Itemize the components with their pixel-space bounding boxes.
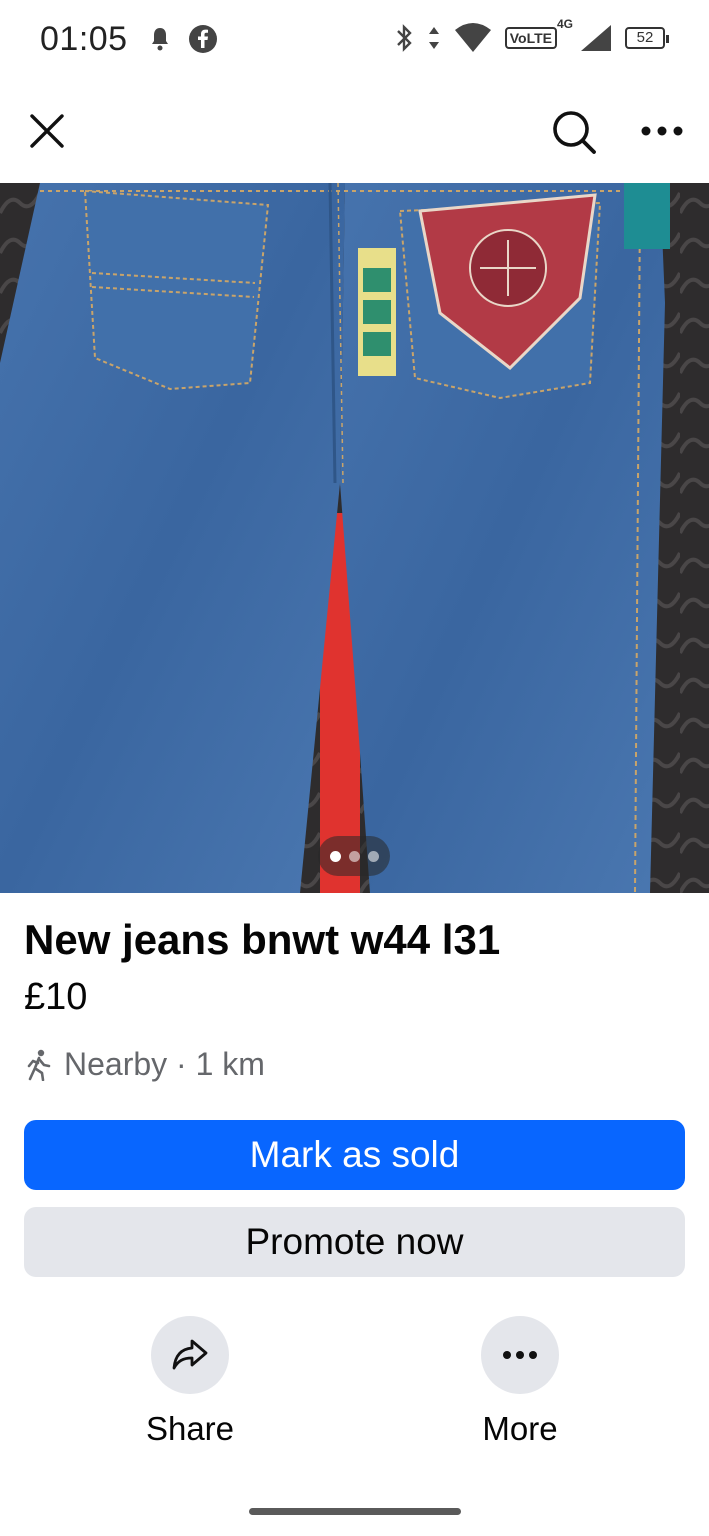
facebook-icon — [189, 25, 217, 53]
status-time: 01:05 — [40, 20, 128, 58]
jeans-photo — [0, 183, 709, 893]
listing-photo[interactable] — [0, 183, 709, 893]
notification-bell-icon — [152, 28, 168, 51]
signal-icon — [581, 25, 611, 51]
more-horizontal-icon[interactable] — [640, 118, 684, 144]
more-label: More — [482, 1410, 558, 1447]
share-action[interactable]: Share — [130, 1316, 250, 1448]
listing-price: £10 — [24, 976, 88, 1018]
pager-dot-active[interactable] — [329, 850, 341, 862]
more-action[interactable]: More — [460, 1316, 580, 1448]
promote-now-button[interactable]: Promote now — [24, 1207, 685, 1277]
photo-pager[interactable] — [318, 836, 390, 876]
status-bar: 01:05 VoLTE 4G 52 — [0, 0, 709, 80]
pager-dot[interactable] — [348, 850, 360, 862]
status-right-icons: VoLTE 4G 52 — [393, 17, 669, 54]
search-icon[interactable] — [550, 108, 598, 156]
walking-person-icon — [27, 1049, 51, 1081]
bluetooth-icon — [396, 24, 412, 52]
listing-location: Nearby · 1 km — [24, 1046, 265, 1083]
home-indicator[interactable] — [249, 1508, 461, 1515]
volte-icon: VoLTE 4G — [504, 17, 573, 49]
listing-title: New jeans bnwt w44 l31 — [24, 916, 501, 963]
location-text: Nearby · 1 km — [64, 1046, 265, 1082]
share-icon — [172, 1339, 208, 1370]
battery-icon: 52 — [625, 27, 669, 49]
top-nav — [0, 90, 709, 180]
mark-as-sold-button[interactable]: Mark as sold — [24, 1120, 685, 1190]
share-label: Share — [145, 1410, 235, 1447]
close-icon[interactable] — [26, 110, 68, 152]
more-button[interactable] — [481, 1316, 559, 1394]
wifi-icon — [454, 23, 491, 52]
pager-dot[interactable] — [367, 850, 379, 862]
data-arrows-icon — [428, 27, 439, 49]
more-horizontal-icon — [503, 1351, 537, 1359]
share-button[interactable] — [151, 1316, 229, 1394]
status-left-icons — [150, 24, 218, 54]
